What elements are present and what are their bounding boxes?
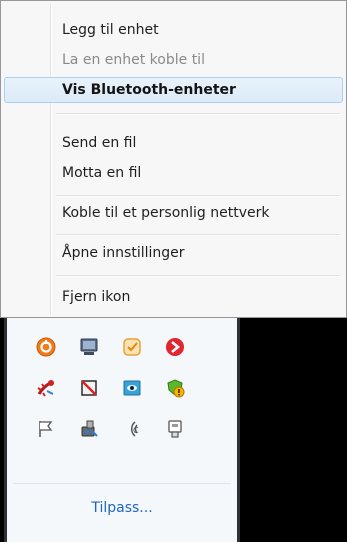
menu-item-receive-file[interactable]: Motta en fil — [4, 160, 343, 186]
orange-circle-icon[interactable] — [35, 336, 57, 358]
flag-icon[interactable] — [35, 418, 57, 440]
bluetooth-context-menu: Legg til enhet La en enhet koble til Vis… — [0, 0, 347, 318]
menu-separator — [56, 195, 340, 197]
customize-link[interactable]: Tilpass... — [7, 498, 237, 518]
green-shield-warning-icon[interactable] — [164, 377, 186, 399]
menu-item-add-device[interactable]: Legg til enhet — [4, 17, 343, 43]
eye-window-icon[interactable] — [121, 377, 143, 399]
tray-icon-grid: C — [35, 336, 207, 459]
notification-area-flyout: C Tilpass... — [4, 318, 240, 542]
wireless-signal-icon[interactable]: C — [121, 418, 143, 440]
red-arrow-icon[interactable] — [164, 336, 186, 358]
menu-item-join-personal-area-network[interactable]: Koble til et personlig nettverk — [4, 200, 343, 226]
orange-check-icon[interactable] — [121, 336, 143, 358]
menu-item-show-bluetooth-devices[interactable]: Vis Bluetooth-enheter — [4, 77, 343, 103]
menu-item-send-file[interactable]: Send en fil — [4, 130, 343, 156]
flyout-divider — [13, 483, 231, 484]
menu-item-remove-icon[interactable]: Fjern ikon — [4, 284, 343, 310]
menu-item-allow-device-connect[interactable]: La en enhet koble til — [4, 47, 343, 73]
menu-separator — [56, 234, 340, 236]
menu-separator — [56, 275, 340, 277]
svg-text:C: C — [133, 426, 139, 435]
safely-remove-hardware-icon[interactable] — [164, 418, 186, 440]
menu-item-open-settings[interactable]: Åpne innstillinger — [4, 240, 343, 266]
display-off-icon[interactable] — [78, 377, 100, 399]
red-gecko-icon[interactable] — [35, 377, 57, 399]
menu-separator — [56, 113, 340, 115]
monitor-icon[interactable] — [78, 336, 100, 358]
usb-device-icon[interactable] — [78, 418, 100, 440]
